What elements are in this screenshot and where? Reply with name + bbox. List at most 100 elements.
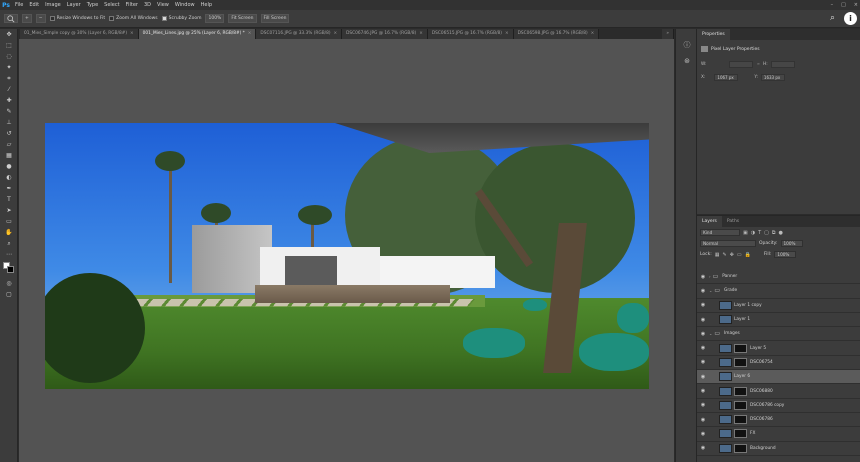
menu-filter[interactable]: Filter xyxy=(123,0,141,10)
opacity-field[interactable]: 100% xyxy=(780,240,803,247)
layer-thumbnail[interactable] xyxy=(719,386,732,396)
layer-thumbnail[interactable] xyxy=(719,315,732,325)
gradient-tool-icon[interactable]: ▦ xyxy=(0,150,18,161)
document-tab[interactable]: DSC06515.JPG @ 16.7% (RGB/8) × xyxy=(427,29,514,39)
layer-mask-thumbnail[interactable] xyxy=(734,386,747,396)
layer-row[interactable]: ◉ ⌄ ▭ Grade xyxy=(697,284,860,299)
menu-help[interactable]: Help xyxy=(198,0,215,10)
menu-3d[interactable]: 3D xyxy=(141,0,154,10)
zoom-in-button[interactable]: + xyxy=(22,14,32,23)
filter-adjust-icon[interactable]: ◑ xyxy=(751,230,755,236)
y-field[interactable]: 1633 px xyxy=(760,74,785,81)
crop-tool-icon[interactable]: ⌗ xyxy=(0,73,18,84)
layer-thumbnail[interactable] xyxy=(719,400,732,410)
close-tab-icon[interactable]: × xyxy=(591,31,595,36)
lock-transparent-icon[interactable]: ▦ xyxy=(715,252,720,258)
close-tab-icon[interactable]: × xyxy=(505,31,509,36)
eraser-tool-icon[interactable]: ▱ xyxy=(0,139,18,150)
layer-mask-thumbnail[interactable] xyxy=(734,415,747,425)
layer-mask-thumbnail[interactable] xyxy=(734,343,747,353)
visibility-eye-icon[interactable]: ◉ xyxy=(697,288,709,294)
scrubby-zoom-box[interactable] xyxy=(161,16,167,21)
layer-thumbnail[interactable] xyxy=(719,415,732,425)
layer-thumbnail[interactable] xyxy=(719,357,732,367)
document-canvas[interactable] xyxy=(45,123,649,389)
layer-row[interactable]: ◉ Layer 6 xyxy=(697,370,860,385)
visibility-eye-icon[interactable]: ◉ xyxy=(697,374,709,380)
layer-row[interactable]: ◉ DSC06786 copy xyxy=(697,399,860,413)
zoom-all-windows-checkbox[interactable]: Zoom All Windows xyxy=(109,16,158,21)
fill-screen-button[interactable]: Fill Screen xyxy=(260,14,290,23)
filter-pixel-icon[interactable]: ▣ xyxy=(743,230,748,236)
zoom-tool-side-icon[interactable]: ⌕ xyxy=(0,238,18,249)
healing-brush-tool-icon[interactable]: ✚ xyxy=(0,95,18,106)
blend-mode-dropdown[interactable]: Normal xyxy=(700,240,756,247)
tab-properties[interactable]: Properties xyxy=(697,29,730,40)
filter-shape-icon[interactable]: ▢ xyxy=(764,230,769,236)
shape-tool-icon[interactable]: ▭ xyxy=(0,216,18,227)
menu-edit[interactable]: Edit xyxy=(26,0,42,10)
link-icon[interactable]: ∞ xyxy=(756,62,760,67)
chevron-right-icon[interactable]: › xyxy=(709,274,711,279)
search-icon[interactable]: ⌕ xyxy=(830,13,842,25)
close-tab-icon[interactable]: × xyxy=(334,31,338,36)
x-field[interactable]: 1067 px xyxy=(714,74,739,81)
fill-field[interactable]: 100% xyxy=(774,251,797,258)
lock-pixels-icon[interactable]: ✎ xyxy=(723,252,727,258)
screen-mode-icon[interactable]: ▢ xyxy=(0,289,18,300)
visibility-eye-icon[interactable]: ◉ xyxy=(697,388,709,394)
path-selection-tool-icon[interactable]: ➤ xyxy=(0,205,18,216)
layer-row[interactable]: ◉ › ▭ Panner xyxy=(697,270,860,285)
color-swatches[interactable] xyxy=(0,260,17,278)
lock-position-icon[interactable]: ✥ xyxy=(730,252,734,258)
width-field[interactable] xyxy=(729,61,754,68)
dodge-tool-icon[interactable]: ◐ xyxy=(0,172,18,183)
document-tab[interactable]: 001_Mies_Lines.jpg @ 25% (Layer 6, RGB/8… xyxy=(138,29,257,39)
zoom-out-button[interactable]: − xyxy=(35,14,46,23)
move-tool-icon[interactable]: ✥ xyxy=(0,29,18,40)
scrubby-zoom-checkbox[interactable]: Scrubby Zoom xyxy=(161,16,201,21)
history-panel-icon[interactable]: ⊛ xyxy=(676,53,698,69)
layer-row[interactable]: ◉ DSC06880 xyxy=(697,384,860,399)
visibility-eye-icon[interactable]: ◉ xyxy=(697,359,709,365)
clone-stamp-tool-icon[interactable]: ⊥ xyxy=(0,117,18,128)
resize-windows-checkbox[interactable]: Resize Windows to Fit xyxy=(49,16,105,21)
visibility-eye-icon[interactable]: ◉ xyxy=(697,345,709,351)
visibility-eye-icon[interactable]: ◉ xyxy=(697,331,709,337)
layer-mask-thumbnail[interactable] xyxy=(734,400,747,410)
type-tool-icon[interactable]: T xyxy=(0,194,18,205)
layer-row[interactable]: ◉ DSC06786 xyxy=(697,413,860,428)
maximize-button[interactable]: □ xyxy=(841,2,846,8)
layer-row[interactable]: ◉ Background xyxy=(697,442,860,456)
lasso-tool-icon[interactable]: ◌ xyxy=(0,51,18,62)
hand-tool-icon[interactable]: ✋ xyxy=(0,227,18,238)
tab-paths[interactable]: Paths xyxy=(722,216,744,227)
blur-tool-icon[interactable]: ● xyxy=(0,161,18,172)
menu-layer[interactable]: Layer xyxy=(64,0,84,10)
history-brush-tool-icon[interactable]: ↺ xyxy=(0,128,18,139)
menu-image[interactable]: Image xyxy=(42,0,64,10)
menu-type[interactable]: Type xyxy=(84,0,101,10)
kind-filter-dropdown[interactable]: Kind xyxy=(700,229,740,236)
tab-layers[interactable]: Layers xyxy=(697,216,722,227)
layer-row[interactable]: ◉ Layer 1 copy xyxy=(697,299,860,313)
menu-window[interactable]: Window xyxy=(172,0,198,10)
eyedropper-tool-icon[interactable]: ⁄ xyxy=(0,84,18,95)
more-tools-icon[interactable]: ⋯ xyxy=(0,249,18,260)
magic-wand-tool-icon[interactable]: ✦ xyxy=(0,62,18,73)
close-tab-icon[interactable]: × xyxy=(248,31,252,36)
resize-windows-box[interactable] xyxy=(49,16,55,21)
close-tab-icon[interactable]: × xyxy=(419,31,423,36)
document-tab[interactable]: DSC06746.JPG @ 16.7% (RGB/8) × xyxy=(342,29,428,39)
filter-toggle-icon[interactable]: ● xyxy=(778,230,782,236)
marquee-tool-icon[interactable]: ⬚ xyxy=(0,40,18,51)
layer-thumbnail[interactable] xyxy=(719,300,732,310)
menu-view[interactable]: View xyxy=(154,0,172,10)
document-tab[interactable]: 01_Mies_Simple copy @ 30% (Layer 6, RGB/… xyxy=(20,29,139,39)
document-tab[interactable]: DSC07116.JPG @ 33.3% (RGB/8) × xyxy=(256,29,343,39)
layer-row[interactable]: ◉ FX xyxy=(697,427,860,442)
lock-all-icon[interactable]: 🔒 xyxy=(745,252,751,258)
tabs-overflow-icon[interactable]: » xyxy=(662,29,674,39)
visibility-eye-icon[interactable]: ◉ xyxy=(697,302,709,308)
layer-thumbnail[interactable] xyxy=(719,443,732,453)
